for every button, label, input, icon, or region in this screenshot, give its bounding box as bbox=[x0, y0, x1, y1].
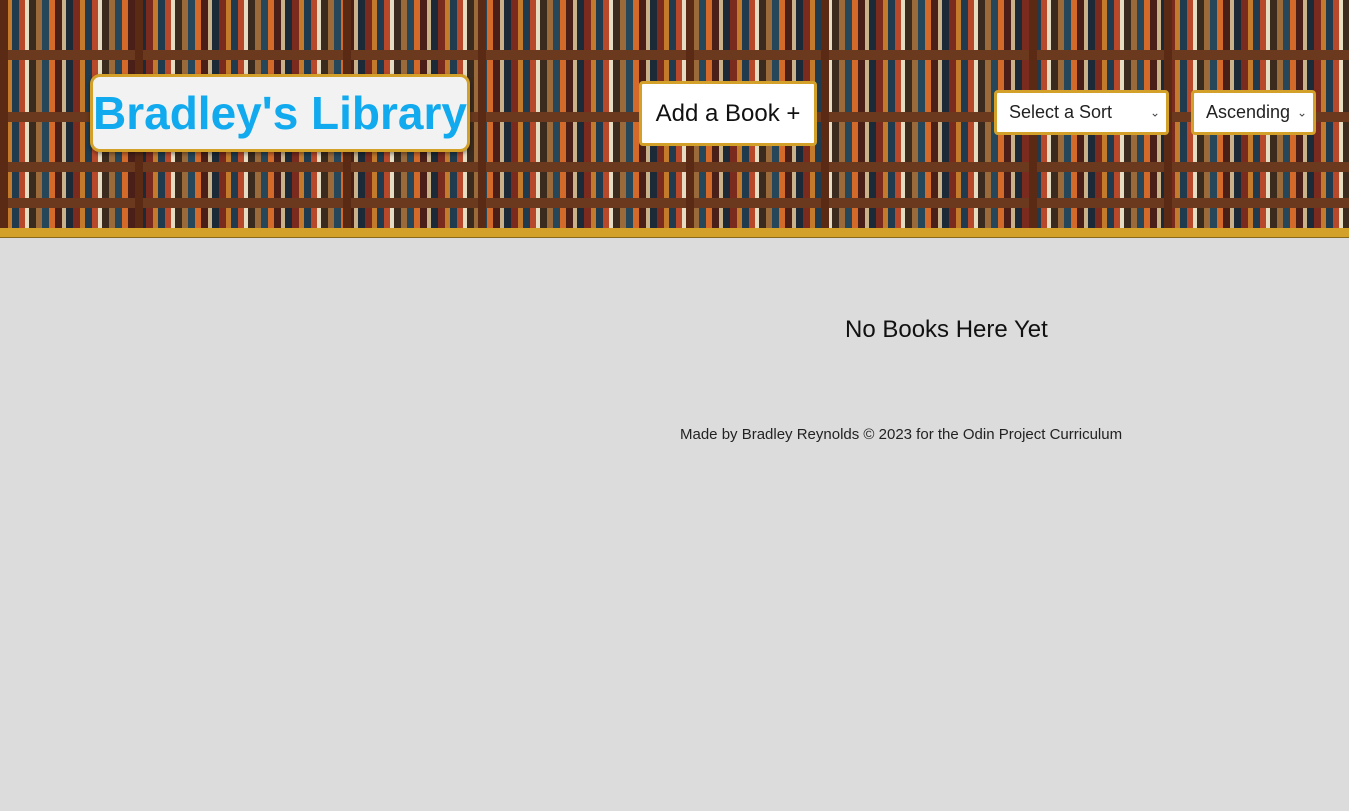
add-book-button[interactable]: Add a Book + bbox=[639, 81, 817, 146]
footer-credit: Made by Bradley Reynolds © 2023 for the … bbox=[680, 426, 1123, 443]
empty-library-message: No Books Here Yet bbox=[845, 316, 1048, 343]
header-divider bbox=[0, 228, 1349, 238]
sort-select[interactable]: Select a Sort ⌄ bbox=[994, 90, 1169, 135]
chevron-down-icon: ⌄ bbox=[1149, 104, 1160, 119]
order-select-value: Ascending bbox=[1206, 102, 1291, 122]
site-header: Bradley's Library Add a Book + Select a … bbox=[0, 0, 1349, 228]
page-title: Bradley's Library bbox=[93, 87, 467, 139]
title-banner: Bradley's Library bbox=[90, 74, 470, 152]
sort-select-value: Select a Sort bbox=[1009, 102, 1113, 122]
order-select[interactable]: Ascending ⌄ bbox=[1191, 90, 1316, 135]
chevron-down-icon: ⌄ bbox=[1296, 104, 1307, 119]
